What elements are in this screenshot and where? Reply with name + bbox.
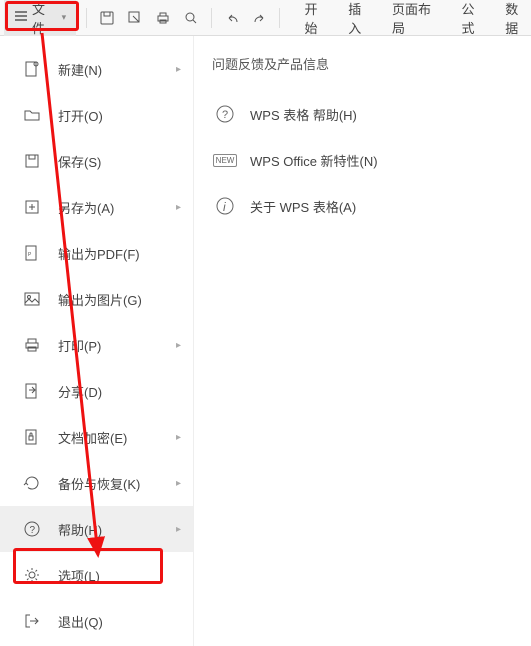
panel-title: 问题反馈及产品信息 (204, 54, 521, 73)
menu-label: 新建(N) (58, 60, 193, 79)
save-icon[interactable] (97, 8, 117, 28)
chevron-right-icon: ▸ (176, 432, 181, 443)
help-panel: 问题反馈及产品信息 ? WPS 表格 帮助(H) NEW WPS Office … (194, 36, 531, 646)
separator (279, 8, 280, 28)
menu-label: 另存为(A) (58, 198, 193, 217)
separator (86, 8, 87, 28)
share-icon (22, 381, 42, 401)
backup-icon (22, 473, 42, 493)
tab-formula[interactable]: 公式 (462, 0, 488, 37)
top-toolbar: 文件 ▾ 开始 插入 页面布局 公式 数据 (0, 0, 531, 36)
help-item-about[interactable]: i 关于 WPS 表格(A) (204, 183, 521, 229)
svg-text:P: P (28, 252, 32, 258)
help-icon: ? (22, 519, 42, 539)
menu-item-encrypt[interactable]: 文档加密(E) ▸ (0, 414, 193, 460)
help-item-label: WPS 表格 帮助(H) (250, 105, 357, 124)
svg-text:?: ? (30, 525, 36, 536)
menu-label: 输出为图片(G) (58, 290, 193, 309)
menu-item-help[interactable]: ? 帮助(H) ▸ (0, 506, 193, 552)
menu-item-share[interactable]: 分享(D) (0, 368, 193, 414)
exit-icon (22, 611, 42, 631)
save-as-icon[interactable] (125, 8, 145, 28)
lock-icon (22, 427, 42, 447)
help-icon: ? (214, 103, 236, 125)
menu-item-export-pdf[interactable]: P 输出为PDF(F) (0, 230, 193, 276)
main-area: 新建(N) ▸ 打开(O) 保存(S) 另存为(A) ▸ P 输出为PDF(F)… (0, 36, 531, 646)
menu-label: 备份与恢复(K) (58, 474, 193, 493)
menu-label: 打印(P) (58, 336, 193, 355)
info-icon: i (214, 195, 236, 217)
menu-item-new[interactable]: 新建(N) ▸ (0, 46, 193, 92)
redo-icon[interactable] (250, 8, 270, 28)
gear-icon (22, 565, 42, 585)
help-item-label: WPS Office 新特性(N) (250, 151, 378, 170)
help-item-whatsnew[interactable]: NEW WPS Office 新特性(N) (204, 137, 521, 183)
menu-label: 打开(O) (58, 106, 193, 125)
menu-label: 帮助(H) (58, 520, 193, 539)
help-item-label: 关于 WPS 表格(A) (250, 197, 356, 216)
file-menu-sidebar: 新建(N) ▸ 打开(O) 保存(S) 另存为(A) ▸ P 输出为PDF(F)… (0, 36, 194, 646)
menu-item-backup[interactable]: 备份与恢复(K) ▸ (0, 460, 193, 506)
menu-item-export-image[interactable]: 输出为图片(G) (0, 276, 193, 322)
separator (211, 8, 212, 28)
tab-data[interactable]: 数据 (505, 0, 531, 37)
print-icon[interactable] (153, 8, 173, 28)
chevron-right-icon: ▸ (176, 202, 181, 213)
pdf-icon: P (22, 243, 42, 263)
ribbon-tabs: 开始 插入 页面布局 公式 数据 (304, 0, 531, 37)
save-as-icon (22, 197, 42, 217)
tab-page-layout[interactable]: 页面布局 (392, 0, 444, 37)
menu-item-print[interactable]: 打印(P) ▸ (0, 322, 193, 368)
hamburger-icon (14, 9, 28, 26)
menu-item-options[interactable]: 选项(L) (0, 552, 193, 598)
file-menu-label: 文件 (32, 0, 58, 37)
menu-label: 分享(D) (58, 382, 193, 401)
menu-item-exit[interactable]: 退出(Q) (0, 598, 193, 644)
chevron-down-icon: ▾ (62, 12, 67, 23)
help-item-wps-help[interactable]: ? WPS 表格 帮助(H) (204, 91, 521, 137)
undo-icon[interactable] (222, 8, 242, 28)
open-icon (22, 105, 42, 125)
print-icon (22, 335, 42, 355)
new-icon (22, 59, 42, 79)
svg-text:?: ? (222, 109, 228, 121)
menu-item-open[interactable]: 打开(O) (0, 92, 193, 138)
save-icon (22, 151, 42, 171)
menu-item-save[interactable]: 保存(S) (0, 138, 193, 184)
menu-label: 选项(L) (58, 566, 193, 585)
file-menu-button[interactable]: 文件 ▾ (4, 0, 76, 41)
tab-start[interactable]: 开始 (304, 0, 330, 37)
menu-label: 文档加密(E) (58, 428, 193, 447)
chevron-right-icon: ▸ (176, 478, 181, 489)
chevron-right-icon: ▸ (176, 524, 181, 535)
preview-icon[interactable] (181, 8, 201, 28)
menu-label: 退出(Q) (58, 612, 193, 631)
menu-label: 输出为PDF(F) (58, 244, 193, 263)
new-badge-icon: NEW (214, 149, 236, 171)
chevron-right-icon: ▸ (176, 340, 181, 351)
menu-item-save-as[interactable]: 另存为(A) ▸ (0, 184, 193, 230)
svg-text:i: i (223, 200, 226, 214)
chevron-right-icon: ▸ (176, 64, 181, 75)
menu-label: 保存(S) (58, 152, 193, 171)
tab-insert[interactable]: 插入 (348, 0, 374, 37)
image-icon (22, 289, 42, 309)
